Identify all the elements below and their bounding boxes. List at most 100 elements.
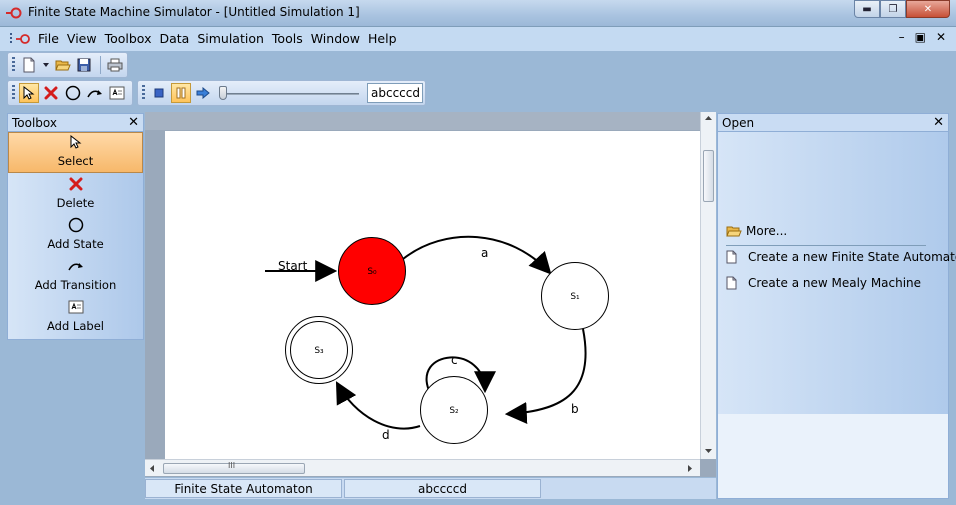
mdi-minimize-button[interactable]: – [899, 30, 905, 44]
pause-simulation-button[interactable] [171, 83, 191, 103]
stop-icon [154, 88, 164, 98]
toolbox-add-label[interactable]: Add Label [8, 296, 143, 337]
status-bar: Finite State Automaton abccccd [145, 478, 716, 499]
scroll-up-icon[interactable] [705, 116, 712, 120]
menu-tools[interactable]: Tools [272, 31, 309, 46]
start-label: Start [278, 259, 308, 273]
transition-d-label: d [382, 428, 390, 442]
menu-simulation[interactable]: Simulation [197, 31, 270, 46]
state-s2-label: S₂ [449, 406, 459, 416]
document-app-icon [16, 34, 30, 44]
new-document-icon [726, 276, 737, 290]
open-panel-header: Open ✕ [718, 114, 948, 132]
close-button[interactable]: ✕ [906, 0, 950, 18]
red-x-icon [44, 86, 58, 100]
restore-button[interactable]: ❐ [880, 0, 906, 18]
open-panel-separator [726, 245, 926, 246]
status-machine-type: Finite State Automaton [145, 479, 342, 498]
label-icon [109, 86, 125, 100]
chevron-down-icon [42, 63, 49, 67]
open-panel-body: More... Create a new Finite State Automa… [718, 132, 956, 414]
menu-data[interactable]: Data [159, 31, 195, 46]
toolbox-select[interactable]: Select [8, 132, 143, 173]
state-s1[interactable]: S₁ [541, 262, 609, 330]
toolbox-header: Toolbox ✕ [8, 114, 143, 132]
pause-icon [176, 87, 186, 99]
title-bar: Finite State Machine Simulator - [Untitl… [0, 0, 956, 27]
new-file-button[interactable] [19, 55, 39, 75]
open-panel-title: Open [722, 116, 755, 130]
toolbox-add-state[interactable]: Add State [8, 214, 143, 255]
toolbox-select-label: Select [57, 154, 94, 168]
state-diagram-canvas[interactable]: Start a b c d S₀ S₁ S₂ S₃ [165, 131, 700, 459]
menu-file[interactable]: File [38, 31, 65, 46]
mdi-restore-button[interactable]: ▣ [915, 30, 926, 44]
transition-c-label: c [451, 353, 458, 367]
simulation-speed-slider[interactable] [219, 86, 359, 100]
state-s0[interactable]: S₀ [338, 237, 406, 305]
canvas-vertical-scrollbar[interactable] [700, 112, 716, 459]
menu-grip [10, 33, 12, 45]
toolbox-panel: Toolbox ✕ Select Delete Add State Add Tr… [7, 113, 144, 340]
tools-toolbar [7, 80, 133, 106]
minimize-button[interactable]: ▬ [854, 0, 880, 18]
scroll-grip: III [228, 461, 236, 470]
scroll-left-icon[interactable] [150, 465, 154, 472]
new-file-dropdown[interactable] [41, 55, 51, 75]
add-transition-tool-button[interactable] [85, 83, 105, 103]
open-panel-close-button[interactable]: ✕ [933, 115, 944, 130]
scroll-right-icon[interactable] [688, 465, 692, 472]
toolbar-grip[interactable] [142, 85, 145, 101]
delete-tool-button[interactable] [41, 83, 61, 103]
toolbox-add-transition[interactable]: Add Transition [8, 255, 143, 296]
select-tool-button[interactable] [19, 83, 39, 103]
menu-toolbox[interactable]: Toolbox [105, 31, 158, 46]
state-diagram[interactable]: Start a b c d S₀ S₁ S₂ S₃ [165, 131, 700, 459]
toolbox-close-button[interactable]: ✕ [128, 115, 139, 130]
menu-help[interactable]: Help [368, 31, 403, 46]
step-simulation-button[interactable] [193, 83, 213, 103]
canvas-horizontal-scrollbar[interactable]: III [145, 459, 700, 476]
canvas-area: Start a b c d S₀ S₁ S₂ S₃ III [145, 112, 716, 477]
toolbox-add-transition-label: Add Transition [34, 278, 117, 292]
more-link[interactable]: More... [726, 224, 787, 238]
save-button[interactable] [74, 55, 94, 75]
arrow-right-icon [196, 87, 210, 99]
pointer-icon [23, 86, 35, 100]
state-s3[interactable]: S₃ [285, 316, 353, 384]
open-file-button[interactable] [53, 55, 73, 75]
toolbox-delete[interactable]: Delete [8, 173, 143, 214]
toolbar-grip[interactable] [12, 57, 15, 73]
new-fsa-link-label: Create a new Finite State Automaton [748, 250, 956, 264]
curved-arrow-icon [67, 263, 83, 271]
open-panel: Open ✕ More... Create a new Finite State… [717, 113, 956, 499]
folder-open-icon [726, 226, 742, 236]
menu-items: File View Toolbox Data Simulation Tools … [38, 31, 405, 46]
simulation-input-field[interactable] [367, 83, 423, 103]
transition-d[interactable] [335, 381, 421, 430]
circle-icon [65, 85, 81, 101]
menu-view[interactable]: View [67, 31, 103, 46]
mdi-close-button[interactable]: ✕ [936, 30, 946, 44]
toolbar-grip[interactable] [12, 85, 15, 101]
menu-window[interactable]: Window [311, 31, 366, 46]
add-label-tool-button[interactable] [107, 83, 127, 103]
horizontal-scroll-thumb[interactable]: III [163, 461, 305, 474]
circle-icon [68, 217, 83, 233]
label-icon [68, 300, 83, 314]
vertical-scroll-thumb[interactable] [703, 150, 714, 202]
scroll-down-icon[interactable] [705, 449, 712, 453]
new-mealy-link-label: Create a new Mealy Machine [748, 276, 922, 290]
new-mealy-link[interactable]: Create a new Mealy Machine [726, 276, 921, 290]
save-icon [77, 58, 91, 72]
transition-a[interactable] [402, 235, 552, 275]
toolbox-add-label-label: Add Label [47, 319, 104, 333]
print-button[interactable] [105, 55, 125, 75]
toolbox-add-state-label: Add State [47, 237, 104, 251]
stop-simulation-button[interactable] [149, 83, 169, 103]
add-state-tool-button[interactable] [63, 83, 83, 103]
slider-thumb[interactable] [219, 86, 227, 100]
toolbox-title: Toolbox [12, 116, 57, 130]
state-s2[interactable]: S₂ [420, 376, 488, 444]
new-fsa-link[interactable]: Create a new Finite State Automaton [726, 250, 956, 264]
